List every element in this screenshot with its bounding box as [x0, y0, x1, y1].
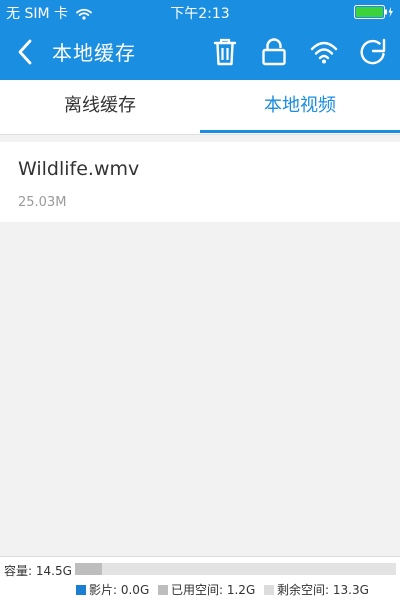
- capacity-used-fill: [75, 563, 102, 575]
- legend-movies-label: 影片: 0.0G: [89, 583, 150, 597]
- legend-movies: 影片: 0.0G: [76, 581, 149, 598]
- navigation-bar: 本地缓存: [0, 24, 400, 80]
- lock-icon[interactable]: [259, 36, 289, 68]
- list-item[interactable]: Wildlife.wmv 25.03M: [0, 142, 400, 222]
- legend-used-label: 已用空间: 1.2G: [171, 583, 256, 597]
- page-title: 本地缓存: [52, 41, 136, 65]
- tab-local-video[interactable]: 本地视频: [200, 80, 400, 135]
- legend-used-space: 已用空间: 1.2G: [158, 581, 255, 598]
- video-name: Wildlife.wmv: [18, 158, 140, 180]
- active-tab-indicator: [200, 130, 400, 133]
- trash-icon[interactable]: [210, 36, 240, 68]
- back-arrow-icon[interactable]: [10, 34, 40, 70]
- tab-offline-cache[interactable]: 离线缓存: [0, 80, 200, 135]
- status-bar: 无 SIM 卡 下午2:13: [0, 0, 400, 24]
- status-time: 下午2:13: [170, 6, 230, 22]
- legend-movies-swatch: [76, 584, 86, 595]
- tab-bar: 离线缓存 本地视频: [0, 80, 400, 135]
- storage-footer: 容量: 14.5G 影片: 0.0G 已用空间: 1.2G 剩余空间: 13.3…: [0, 556, 400, 602]
- legend-used-swatch: [158, 584, 168, 595]
- legend-free-label: 剩余空间: 13.3G: [277, 583, 369, 597]
- app-header: 无 SIM 卡 下午2:13 本地缓存: [0, 0, 400, 80]
- refresh-icon[interactable]: [358, 36, 388, 68]
- video-size: 25.03M: [18, 195, 67, 210]
- legend-free-swatch: [264, 584, 274, 595]
- capacity-bar: [75, 563, 396, 575]
- capacity-label: 容量: 14.5G: [4, 564, 72, 578]
- wifi-icon[interactable]: [309, 36, 339, 68]
- legend-free-space: 剩余空间: 13.3G: [264, 581, 369, 598]
- battery-icon: [354, 5, 394, 19]
